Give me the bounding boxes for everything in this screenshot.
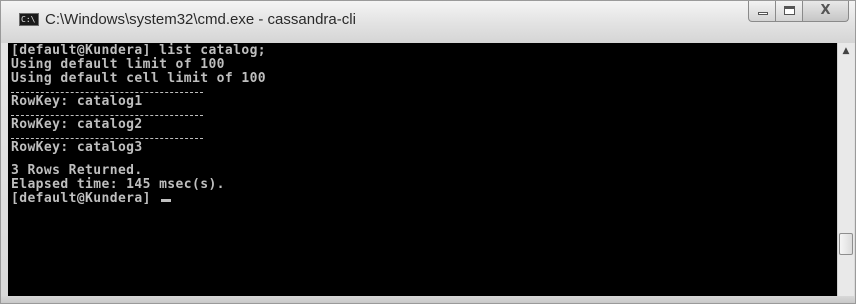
console-prompt-line: [default@Kundera] [11,192,266,206]
maximize-button[interactable] [776,1,803,22]
console-line-text: RowKey: catalog1 [11,94,143,109]
vertical-scrollbar[interactable]: ▲ [837,43,854,296]
console-window: C:\ C:\Windows\system32\cmd.exe - cassan… [0,0,856,304]
console-line: RowKey: catalog1 [11,95,266,109]
console-lines: [default@Kundera] list catalog; Using def… [11,44,266,206]
console-line: RowKey: catalog2 [11,118,266,132]
console-line-text: Using default cell limit of 100 [11,71,267,86]
console-line: [default@Kundera] list catalog; [11,44,266,58]
console-line-text: Elapsed time: 145 msec(s). [11,177,225,192]
minimize-icon [758,12,768,15]
console-output[interactable]: [default@Kundera] list catalog; Using def… [8,43,837,296]
close-icon: X [820,3,831,18]
console-line-text: 3 Rows Returned. [11,163,143,178]
console-line: 3 Rows Returned. [11,164,266,178]
console-line-text: Using default limit of 100 [11,57,225,72]
cmd-app-icon[interactable]: C:\ [19,13,39,26]
window-title: C:\Windows\system32\cmd.exe - cassandra-… [45,11,356,28]
scroll-thumb[interactable] [839,233,853,255]
window-controls: X [748,1,849,23]
scroll-up-arrow-icon[interactable]: ▲ [838,43,854,60]
console-line-text: [default@Kundera] list catalog; [11,43,267,58]
console-line-text: RowKey: catalog2 [11,117,143,132]
console-line-text: RowKey: catalog3 [11,140,143,155]
window-bottom-frame [1,296,855,303]
console-line: Elapsed time: 145 msec(s). [11,178,266,192]
text-cursor [161,199,172,202]
close-button[interactable]: X [803,1,849,22]
console-line: Using default limit of 100 [11,58,266,72]
minimize-button[interactable] [748,1,776,22]
maximize-icon [784,6,795,15]
console-line: RowKey: catalog3 [11,141,266,155]
console-line: Using default cell limit of 100 [11,72,266,86]
title-bar[interactable]: C:\ C:\Windows\system32\cmd.exe - cassan… [1,1,855,43]
console-line-text: [default@Kundera] [11,191,160,206]
